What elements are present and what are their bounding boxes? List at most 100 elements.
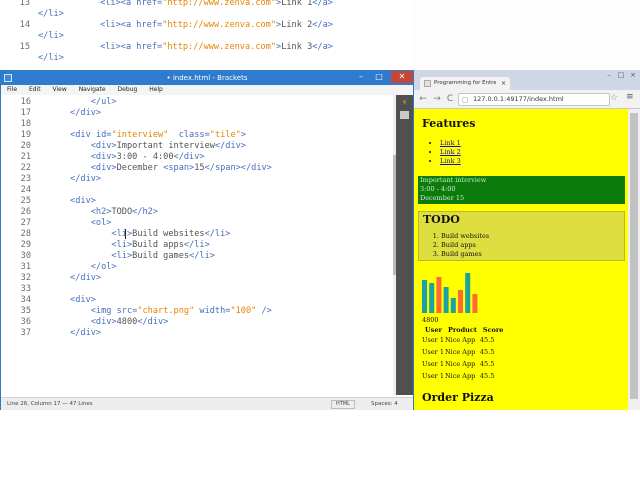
- chart-value: 4800: [422, 316, 439, 324]
- maximize-button[interactable]: □: [371, 71, 387, 83]
- score-table: User Product Score User 1 Nice App 45.5 Use…: [422, 325, 506, 383]
- browser-maximize-button[interactable]: □: [616, 71, 626, 79]
- browser-minimize-button[interactable]: –: [604, 71, 614, 79]
- brackets-app-icon: [4, 74, 12, 82]
- table-cell: 45.5: [479, 336, 495, 344]
- minimize-button[interactable]: –: [353, 71, 369, 83]
- code-text: <div>Important interview</div>: [39, 141, 246, 151]
- indent-selector[interactable]: Spaces: 4: [371, 398, 398, 410]
- menu-help[interactable]: Help: [149, 86, 163, 93]
- line-number: 26: [20, 207, 31, 217]
- line-number: 15: [19, 42, 30, 52]
- code-line: 34 <div>: [1, 295, 393, 306]
- table-cell: 45.5: [479, 360, 495, 368]
- page-scroll-thumb[interactable]: [630, 113, 638, 399]
- code-line: 31 </ol>: [1, 262, 393, 273]
- browser-tab[interactable]: Programming for Entrepr ×: [420, 77, 510, 90]
- menu-edit[interactable]: Edit: [29, 86, 41, 93]
- top-desktop-area: 13 <li><a href="http://www.zenva.com">Li…: [0, 0, 640, 70]
- browser-menu-icon[interactable]: ≡: [626, 92, 634, 102]
- chart-bar: [422, 280, 427, 313]
- line-number: 33: [20, 284, 31, 294]
- forward-icon[interactable]: →: [432, 94, 442, 104]
- menu-file[interactable]: File: [7, 86, 17, 93]
- browser-window: Programming for Entrepr × – □ × ← → C ▢ …: [414, 70, 640, 410]
- code-text: </li>: [38, 31, 64, 41]
- table-row: User 1 Nice App 45.5: [422, 347, 506, 359]
- back-icon[interactable]: ←: [418, 94, 428, 104]
- tab-close-icon[interactable]: ×: [501, 77, 506, 90]
- links-list: Link 1 Link 2 Link 3: [432, 139, 461, 166]
- code-line: 25 <div>: [1, 196, 393, 207]
- chart-bar: [429, 283, 435, 313]
- menu-navigate[interactable]: Navigate: [79, 86, 106, 93]
- code-text: <li><a href="http://www.zenva.com">Link …: [38, 20, 333, 30]
- code-line: 19 <div id="interview" class="tile">: [1, 130, 393, 141]
- order-pizza-heading: Order Pizza: [422, 391, 494, 404]
- link-2[interactable]: Link 2: [440, 148, 461, 156]
- code-line: 23 </div>: [1, 174, 393, 185]
- close-button[interactable]: ✕: [391, 71, 413, 83]
- code-line: 30 <li>Build games</li>: [1, 251, 393, 262]
- line-number: 27: [20, 218, 31, 228]
- chart-image: [422, 273, 478, 313]
- todo-heading: TODO: [423, 213, 460, 226]
- code-text: </div>: [39, 328, 102, 338]
- line-number: 21: [20, 152, 31, 162]
- table-cell: User 1: [422, 336, 444, 344]
- interview-time: 3:00 - 4:00: [420, 185, 456, 193]
- code-line: 20 <div>Important interview</div>: [1, 141, 393, 152]
- code-text: <div>3:00 - 4:00</div>: [39, 152, 205, 162]
- link-3[interactable]: Link 3: [440, 157, 461, 165]
- bottom-desktop-area: [0, 410, 640, 480]
- line-number: 16: [20, 97, 31, 107]
- code-line: 16 </ul>: [1, 97, 393, 108]
- line-number: 14: [19, 20, 30, 30]
- line-number: 30: [20, 251, 31, 261]
- code-line: 13 <li><a href="http://www.zenva.com">Li…: [0, 0, 392, 9]
- browser-close-button[interactable]: ×: [628, 71, 638, 79]
- code-line: 28 <li>Build websites</li>: [1, 229, 393, 240]
- code-line: </li>: [0, 9, 392, 20]
- code-editor[interactable]: 16 </ul> 17 </div> 18 19 <div id="interview…: [1, 95, 393, 395]
- page-scrollbar[interactable]: [628, 109, 640, 410]
- link-1[interactable]: Link 1: [440, 139, 461, 147]
- features-heading: Features: [422, 117, 476, 130]
- bookmark-star-icon[interactable]: ☆: [610, 93, 618, 103]
- browser-toolbar: ← → C ▢ 127.0.0.1:49177/index.html ☆ ≡: [414, 90, 640, 109]
- todo-section: TODO Build websites Build apps Build gam…: [418, 211, 625, 261]
- page-info-icon: ▢: [462, 96, 469, 104]
- code-line: 35 <img src="chart.png" width="100" />: [1, 306, 393, 317]
- line-number: 32: [20, 273, 31, 283]
- code-text: <div id="interview" class="tile">: [39, 130, 246, 140]
- header-user: User: [425, 326, 442, 334]
- line-number: 13: [19, 0, 30, 8]
- table-cell: Nice App: [444, 360, 476, 368]
- code-text: <li><a href="http://www.zenva.com">Link …: [38, 0, 333, 8]
- todo-item: Build apps: [441, 241, 489, 250]
- chart-bar: [458, 290, 463, 313]
- code-text: <li><a href="http://www.zenva.com">Link …: [38, 42, 333, 52]
- line-number: 31: [20, 262, 31, 272]
- line-number: 23: [20, 174, 31, 184]
- brackets-title-bar: • index.html - Brackets – □ ✕: [1, 71, 413, 85]
- live-preview-icon[interactable]: ⚡: [400, 99, 409, 107]
- menu-debug[interactable]: Debug: [118, 86, 138, 93]
- page-favicon-icon: [424, 80, 431, 87]
- header-product: Product: [447, 326, 477, 334]
- chart-bar: [443, 287, 449, 313]
- line-number: 35: [20, 306, 31, 316]
- chart-bar: [450, 298, 456, 313]
- reload-icon[interactable]: C: [445, 94, 455, 104]
- table-row: User 1 Nice App 45.5: [422, 335, 506, 347]
- language-selector[interactable]: HTML: [331, 400, 355, 409]
- code-text: <div>: [39, 196, 96, 206]
- code-text: <div>: [39, 295, 96, 305]
- line-number: 19: [20, 130, 31, 140]
- table-cell: Nice App: [444, 348, 476, 356]
- menu-view[interactable]: View: [53, 86, 67, 93]
- code-line: </li>: [0, 53, 392, 64]
- address-bar[interactable]: ▢ 127.0.0.1:49177/index.html: [458, 93, 610, 106]
- line-number: 22: [20, 163, 31, 173]
- extension-manager-icon[interactable]: [400, 111, 409, 119]
